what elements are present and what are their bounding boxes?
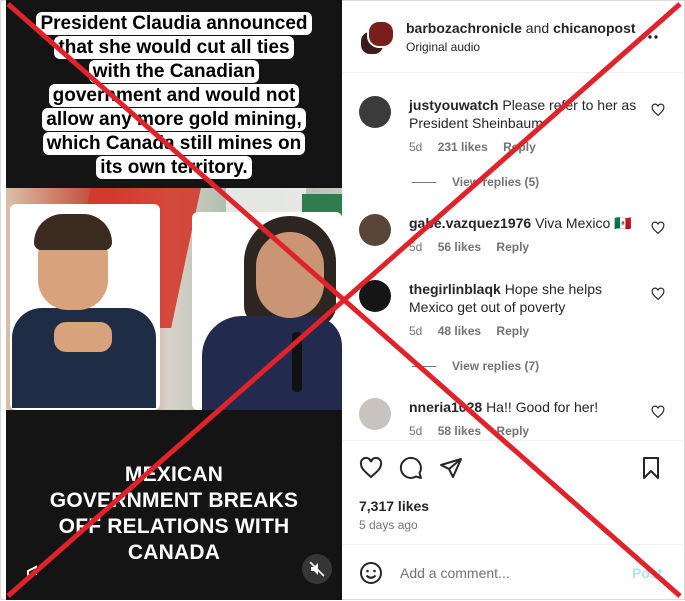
collab-avatars[interactable] [359, 20, 395, 56]
caption-line: that she would cut all ties [54, 36, 294, 59]
person-cutout-right [192, 212, 342, 410]
comment-content: Ha!! Good for her! [486, 399, 599, 415]
audio-link[interactable]: Original audio [406, 40, 480, 54]
comment-meta: 5d 56 likes Reply [409, 240, 541, 254]
avatar[interactable] [367, 20, 395, 48]
bookmark-icon[interactable] [639, 456, 663, 480]
post-timestamp[interactable]: 5 days ago [359, 518, 418, 532]
comment-age[interactable]: 5d [409, 324, 422, 338]
reply-button[interactable]: Reply [503, 140, 536, 154]
comment-heart-icon[interactable] [651, 287, 665, 301]
comment-username[interactable]: thegirlinblaqk [409, 281, 501, 297]
emoji-icon[interactable] [359, 561, 383, 585]
comment-icon[interactable] [399, 456, 423, 480]
comment-heart-icon[interactable] [651, 221, 665, 235]
caption-line: government and would not [48, 84, 300, 107]
video-caption: President Claudia announced that she wou… [20, 12, 328, 180]
comment-age[interactable]: 5d [409, 240, 422, 254]
avatar[interactable] [359, 96, 391, 128]
headline-line: MEXICAN [124, 463, 224, 486]
reel-video[interactable]: President Claudia announced that she wou… [6, 0, 342, 600]
comment-meta: 5d 58 likes Reply [409, 424, 541, 438]
username-link[interactable]: chicanopost [553, 20, 635, 36]
comment-text: justyouwatch Please refer to her as Pres… [409, 96, 639, 132]
avatar[interactable] [359, 398, 391, 430]
avatar[interactable] [359, 214, 391, 246]
comment-text: gabe.vazquez1976 Viva Mexico 🇲🇽 [409, 214, 639, 232]
speaker-muted-icon[interactable] [302, 554, 332, 584]
comment-text: thegirlinblaqk Hope she helps Mexico get… [409, 280, 639, 316]
view-replies-button[interactable]: View replies (5) [412, 175, 539, 189]
reply-button[interactable]: Reply [496, 424, 529, 438]
watermark-icon [26, 565, 38, 581]
comment-age[interactable]: 5d [409, 424, 422, 438]
video-still-image [6, 188, 342, 410]
post-comment-button[interactable]: Post [632, 565, 662, 581]
comment-likes[interactable]: 56 likes [438, 240, 481, 254]
comment-username[interactable]: gabe.vazquez1976 [409, 215, 531, 231]
comment-username[interactable]: justyouwatch [409, 97, 498, 113]
reply-button[interactable]: Reply [496, 324, 529, 338]
headline-line: CANADA [127, 541, 221, 564]
username-link[interactable]: barbozachronicle [406, 20, 522, 36]
more-options-icon[interactable] [641, 24, 659, 45]
comment-heart-icon[interactable] [651, 103, 665, 117]
caption-line: President Claudia announced [36, 12, 312, 35]
comment-heart-icon[interactable] [651, 405, 665, 419]
headline-line: GOVERNMENT BREAKS [49, 489, 299, 512]
video-headline: MEXICAN GOVERNMENT BREAKS OFF RELATIONS … [6, 462, 342, 566]
comment-likes[interactable]: 48 likes [438, 324, 481, 338]
comment-content: Viva Mexico 🇲🇽 [535, 215, 632, 231]
comment-age[interactable]: 5d [409, 140, 422, 154]
view-replies-button[interactable]: View replies (7) [412, 359, 539, 373]
comment-text: nneria1028 Ha!! Good for her! [409, 398, 639, 416]
caption-line: which Canada still mines on [42, 132, 306, 155]
comment-meta: 5d 48 likes Reply [409, 324, 541, 338]
comment-likes[interactable]: 231 likes [438, 140, 488, 154]
like-count[interactable]: 7,317 likes [359, 498, 429, 514]
header-usernames: barbozachronicle and chicanopost [406, 20, 636, 36]
post-header: barbozachronicle and chicanopost Origina… [343, 0, 685, 73]
reply-button[interactable]: Reply [496, 240, 529, 254]
comment-likes[interactable]: 58 likes [438, 424, 481, 438]
action-bar-divider [343, 440, 685, 443]
comment-username[interactable]: nneria1028 [409, 399, 482, 415]
person-cutout-left [10, 204, 160, 410]
comment-meta: 5d 231 likes Reply [409, 140, 548, 154]
avatar[interactable] [359, 280, 391, 312]
comment-input[interactable] [398, 562, 622, 584]
caption-line: with the Canadian [88, 60, 260, 83]
caption-line: allow any more gold mining, [42, 108, 306, 131]
joiner-text: and [521, 20, 554, 36]
heart-icon[interactable] [359, 456, 383, 480]
share-icon[interactable] [439, 456, 463, 480]
headline-line: OFF RELATIONS WITH [58, 515, 290, 538]
caption-line: its own territory. [96, 156, 252, 179]
